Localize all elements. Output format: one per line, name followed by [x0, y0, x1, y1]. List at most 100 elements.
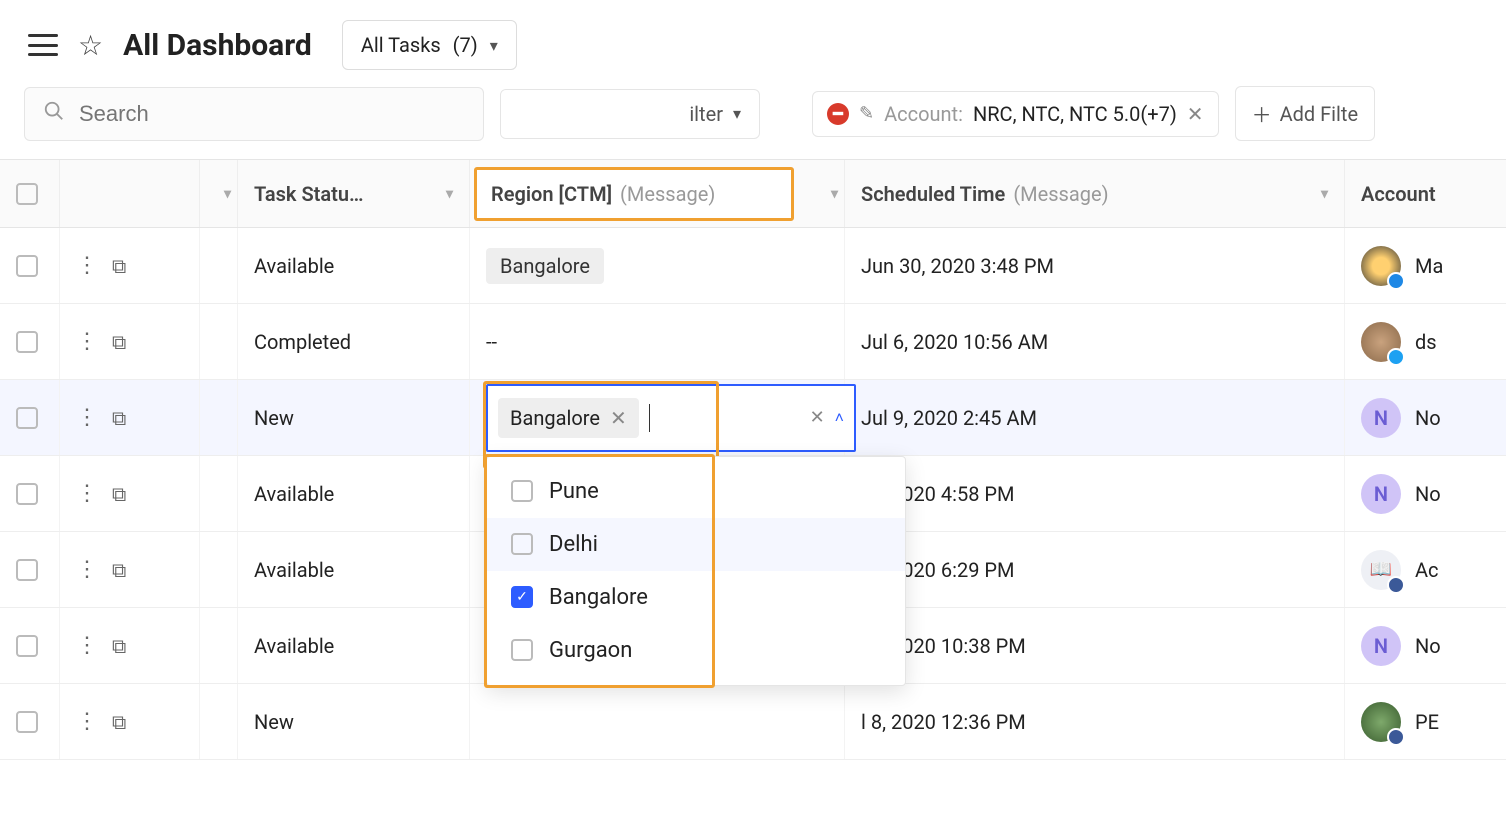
open-task-icon[interactable]: ⧉ — [112, 254, 126, 278]
tasks-view-count: (7) — [453, 33, 478, 57]
tasks-view-dropdown[interactable]: All Tasks (7) ▾ — [342, 20, 517, 70]
open-task-icon[interactable]: ⧉ — [112, 406, 126, 430]
scheduled-value: Jul 9, 2020 2:45 AM — [861, 406, 1037, 430]
table-row[interactable]: ⋮ ⧉ Completed -- Jul 6, 2020 10:56 AM ds — [0, 304, 1506, 380]
option-label: Delhi — [549, 532, 598, 557]
add-filter-button[interactable]: ＋ Add Filte — [1235, 86, 1376, 141]
dropdown-option[interactable]: Pune — [487, 465, 905, 518]
dropdown-option[interactable]: ✓ Bangalore — [487, 571, 905, 624]
row-checkbox[interactable] — [16, 559, 38, 581]
scheduled-value: Jul 6, 2020 10:56 AM — [861, 330, 1048, 354]
text-cursor — [649, 404, 650, 432]
select-all-checkbox[interactable] — [16, 183, 38, 205]
close-icon[interactable]: ✕ — [1187, 102, 1204, 126]
filter-chip-label: Account: — [884, 102, 963, 126]
region-combobox-input[interactable]: Bangalore ✕ ✕ ˄ — [486, 384, 856, 452]
status-value: Completed — [254, 330, 351, 354]
avatar[interactable] — [1361, 246, 1401, 286]
account-name: Ac — [1415, 558, 1439, 582]
account-name: No — [1415, 634, 1441, 658]
chevron-up-icon[interactable]: ˄ — [835, 408, 844, 428]
row-checkbox[interactable] — [16, 255, 38, 277]
column-account: Account — [1361, 182, 1436, 206]
remove-chip-icon[interactable]: ✕ — [610, 406, 627, 430]
region-text: -- — [486, 330, 497, 354]
more-actions-icon[interactable]: ⋮ — [76, 405, 98, 430]
chevron-down-icon: ▾ — [490, 36, 498, 55]
more-actions-icon[interactable]: ⋮ — [76, 633, 98, 658]
search-icon — [43, 100, 65, 128]
channel-badge-icon — [1387, 348, 1405, 366]
clear-icon[interactable]: ✕ — [810, 407, 825, 428]
option-checkbox[interactable] — [511, 480, 533, 502]
channel-badge-icon — [1387, 728, 1405, 746]
status-value: Available — [254, 634, 334, 658]
hamburger-menu-icon[interactable] — [28, 34, 58, 56]
option-label: Bangalore — [549, 585, 648, 610]
avatar[interactable] — [1361, 702, 1401, 742]
avatar[interactable]: 📖 — [1361, 550, 1401, 590]
chevron-down-icon: ▾ — [733, 104, 741, 123]
row-checkbox[interactable] — [16, 407, 38, 429]
open-task-icon[interactable]: ⧉ — [112, 330, 126, 354]
status-value: New — [254, 710, 294, 734]
option-checkbox[interactable] — [511, 639, 533, 661]
open-task-icon[interactable]: ⧉ — [112, 558, 126, 582]
open-task-icon[interactable]: ⧉ — [112, 634, 126, 658]
avatar[interactable]: N — [1361, 626, 1401, 666]
account-name: ds — [1415, 330, 1437, 354]
status-value: New — [254, 406, 294, 430]
more-actions-icon[interactable]: ⋮ — [76, 709, 98, 734]
column-region: Region [CTM] — [491, 182, 612, 206]
account-name: No — [1415, 482, 1441, 506]
column-scheduled-sub: (Message) — [1013, 182, 1108, 206]
add-filter-label: Add Filte — [1280, 102, 1359, 126]
favorite-star-icon[interactable]: ☆ — [78, 29, 103, 62]
row-checkbox[interactable] — [16, 635, 38, 657]
option-checkbox[interactable]: ✓ — [511, 586, 533, 608]
scheduled-value: l 8, 2020 12:36 PM — [861, 710, 1026, 734]
row-checkbox[interactable] — [16, 711, 38, 733]
avatar[interactable] — [1361, 322, 1401, 362]
table-row[interactable]: ⋮ ⧉ New Bangalore ✕ ✕ ˄ — [0, 380, 1506, 456]
more-actions-icon[interactable]: ⋮ — [76, 253, 98, 278]
table-row[interactable]: ⋮ ⧉ New l 8, 2020 12:36 PM PE — [0, 684, 1506, 760]
filter-chip-account[interactable]: ━ ✎ Account: NRC, NTC, NTC 5.0(+7) ✕ — [812, 91, 1219, 137]
sort-icon[interactable]: ▾ — [446, 186, 453, 202]
status-value: Available — [254, 254, 334, 278]
channel-badge-icon — [1387, 576, 1405, 594]
sort-icon[interactable]: ▾ — [1321, 186, 1328, 202]
open-task-icon[interactable]: ⧉ — [112, 482, 126, 506]
search-box[interactable] — [24, 87, 484, 141]
avatar[interactable]: N — [1361, 398, 1401, 438]
column-scheduled: Scheduled Time — [861, 182, 1005, 206]
scheduled-value: Jun 30, 2020 3:48 PM — [861, 254, 1054, 278]
column-status: Task Statu… — [254, 182, 364, 206]
edit-icon[interactable]: ✎ — [859, 103, 874, 124]
search-input[interactable] — [79, 101, 465, 127]
open-task-icon[interactable]: ⧉ — [112, 710, 126, 734]
option-checkbox[interactable] — [511, 533, 533, 555]
row-checkbox[interactable] — [16, 331, 38, 353]
tasks-view-label: All Tasks — [361, 33, 441, 57]
option-label: Gurgaon — [549, 638, 632, 663]
sort-icon[interactable]: ▾ — [831, 186, 838, 202]
more-actions-icon[interactable]: ⋮ — [76, 329, 98, 354]
column-region-sub: (Message) — [620, 182, 715, 206]
more-actions-icon[interactable]: ⋮ — [76, 481, 98, 506]
region-combobox[interactable]: Bangalore ✕ ✕ ˄ Pune — [486, 384, 856, 452]
account-name: Ma — [1415, 254, 1443, 278]
row-checkbox[interactable] — [16, 483, 38, 505]
avatar[interactable]: N — [1361, 474, 1401, 514]
sort-icon[interactable]: ▾ — [224, 186, 231, 202]
region-tag: Bangalore — [486, 248, 604, 284]
more-actions-icon[interactable]: ⋮ — [76, 557, 98, 582]
status-value: Available — [254, 482, 334, 506]
quick-filter-dropdown[interactable]: ilter ▾ — [500, 89, 760, 139]
dropdown-option[interactable]: Gurgaon — [487, 624, 905, 677]
table-row[interactable]: ⋮ ⧉ Available Bangalore Jun 30, 2020 3:4… — [0, 228, 1506, 304]
dropdown-option[interactable]: Delhi — [487, 518, 905, 571]
remove-filter-icon[interactable]: ━ — [827, 103, 849, 125]
account-name: No — [1415, 406, 1441, 430]
quick-filter-label: ilter — [689, 102, 723, 126]
